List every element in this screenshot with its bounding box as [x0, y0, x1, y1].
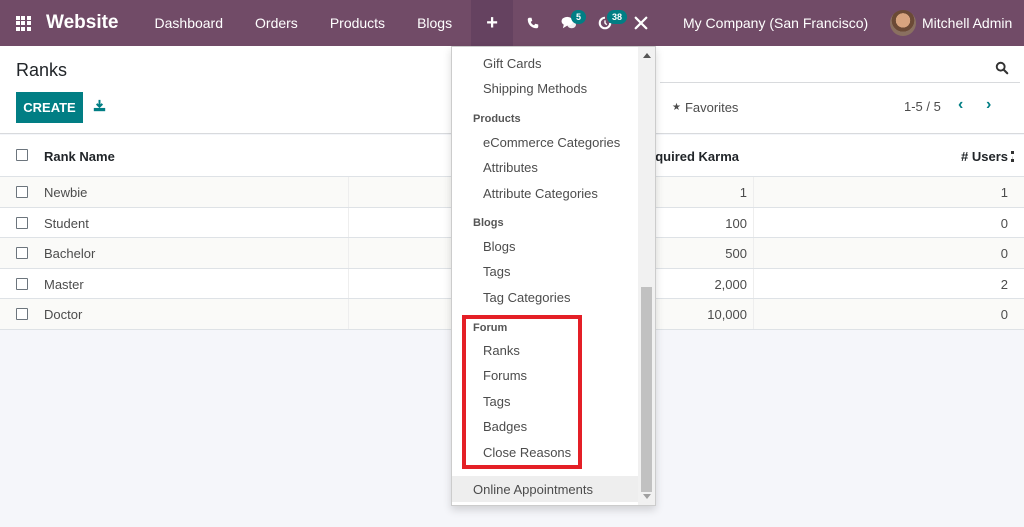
users-count: 0 [1000, 307, 1008, 322]
nav-dashboard[interactable]: Dashboard [139, 0, 240, 46]
menu-item-tag-categories[interactable]: Tag Categories [483, 290, 570, 305]
menu-section-blogs: Blogs [473, 217, 504, 229]
nav-configuration-plus[interactable]: + [471, 0, 514, 46]
menu-item-forum-tags[interactable]: Tags [483, 394, 510, 409]
scrollbar-thumb[interactable] [641, 287, 652, 492]
download-icon[interactable] [93, 99, 106, 112]
messages-badge: 5 [571, 10, 587, 24]
favorites-label: Favorites [684, 100, 739, 115]
clock-icon[interactable]: 38 [587, 0, 628, 46]
chat-icon[interactable]: 5 [551, 0, 587, 46]
menu-item-ecommerce-categories[interactable]: eCommerce Categories [483, 135, 620, 150]
row-checkbox[interactable] [16, 277, 28, 290]
rank-name: Student [44, 215, 89, 231]
search-input[interactable] [660, 82, 1020, 83]
row-checkbox[interactable] [16, 216, 28, 229]
scroll-down-arrow-icon[interactable] [643, 494, 651, 499]
required-karma: 100 [725, 215, 747, 231]
favorites-dropdown[interactable]: ★ Favorites [672, 100, 738, 115]
users-count: 0 [1000, 215, 1008, 231]
users-count: 1 [1000, 185, 1008, 200]
pager-value[interactable]: 1-5 / 5 [904, 99, 941, 114]
menu-item-forums[interactable]: Forums [483, 368, 527, 383]
phone-icon[interactable] [515, 0, 551, 46]
row-checkbox[interactable] [16, 308, 28, 320]
menu-item-ranks[interactable]: Ranks [483, 343, 520, 358]
rank-name: Doctor [44, 307, 83, 322]
menu-item-badges[interactable]: Badges [483, 419, 527, 434]
row-checkbox[interactable] [16, 186, 28, 198]
required-karma: 500 [725, 246, 747, 261]
chevron-left-icon[interactable]: ‹ [958, 96, 972, 114]
nav-blogs[interactable]: Blogs [401, 0, 468, 46]
users-count: 0 [1000, 246, 1008, 261]
top-navbar: Website Dashboard Orders Products Blogs … [0, 0, 1024, 46]
systray: 5 38 [515, 0, 659, 46]
required-karma: 2,000 [714, 276, 747, 292]
required-karma: 1 [739, 185, 747, 200]
column-rank-name[interactable]: Rank Name [44, 149, 115, 164]
menu-item-blog-tags[interactable]: Tags [483, 264, 510, 279]
required-karma: 10,000 [707, 307, 747, 322]
rank-name: Bachelor [44, 246, 96, 261]
page-title: Ranks [16, 60, 68, 80]
column-users[interactable]: # Users [940, 149, 1008, 164]
menu-item-blogs[interactable]: Blogs [483, 239, 516, 254]
menu-item-attributes[interactable]: Attributes [483, 160, 538, 175]
menu-item-close-reasons[interactable]: Close Reasons [483, 445, 571, 460]
menu-item-attribute-categories[interactable]: Attribute Categories [483, 186, 598, 201]
menu-item-gift-cards[interactable]: Gift Cards [483, 56, 542, 71]
menu-section-products: Products [473, 113, 521, 125]
search-icon[interactable] [995, 61, 1009, 75]
create-button[interactable]: CREATE [16, 92, 83, 123]
avatar [890, 10, 916, 36]
column-options-icon[interactable] [1011, 151, 1014, 162]
user-menu[interactable]: Mitchell Admin [890, 0, 1012, 46]
nav-orders[interactable]: Orders [239, 0, 314, 46]
rank-name: Newbie [44, 185, 88, 200]
menu-item-shipping-methods[interactable]: Shipping Methods [483, 81, 587, 96]
nav-products[interactable]: Products [314, 0, 401, 46]
app-brand[interactable]: Website [46, 12, 119, 34]
tools-icon[interactable] [623, 0, 659, 46]
scroll-up-arrow-icon[interactable] [643, 53, 651, 58]
user-name: Mitchell Admin [922, 15, 1013, 31]
configuration-dropdown-menu: Gift Cards Shipping Methods Products eCo… [451, 46, 656, 506]
menu-item-online-appointments[interactable]: Online Appointments [452, 476, 638, 502]
users-count: 2 [1000, 276, 1008, 292]
menu-section-forum: Forum [473, 322, 508, 334]
star-icon: ★ [672, 102, 681, 113]
row-checkbox[interactable] [16, 247, 28, 259]
chevron-right-icon[interactable]: › [986, 96, 1000, 114]
app-menu-icon[interactable] [0, 0, 46, 46]
select-all-checkbox[interactable] [16, 149, 28, 161]
menu-scrollbar[interactable] [638, 47, 655, 505]
rank-name: Master [44, 276, 84, 292]
company-switcher[interactable]: My Company (San Francisco) [683, 0, 868, 46]
